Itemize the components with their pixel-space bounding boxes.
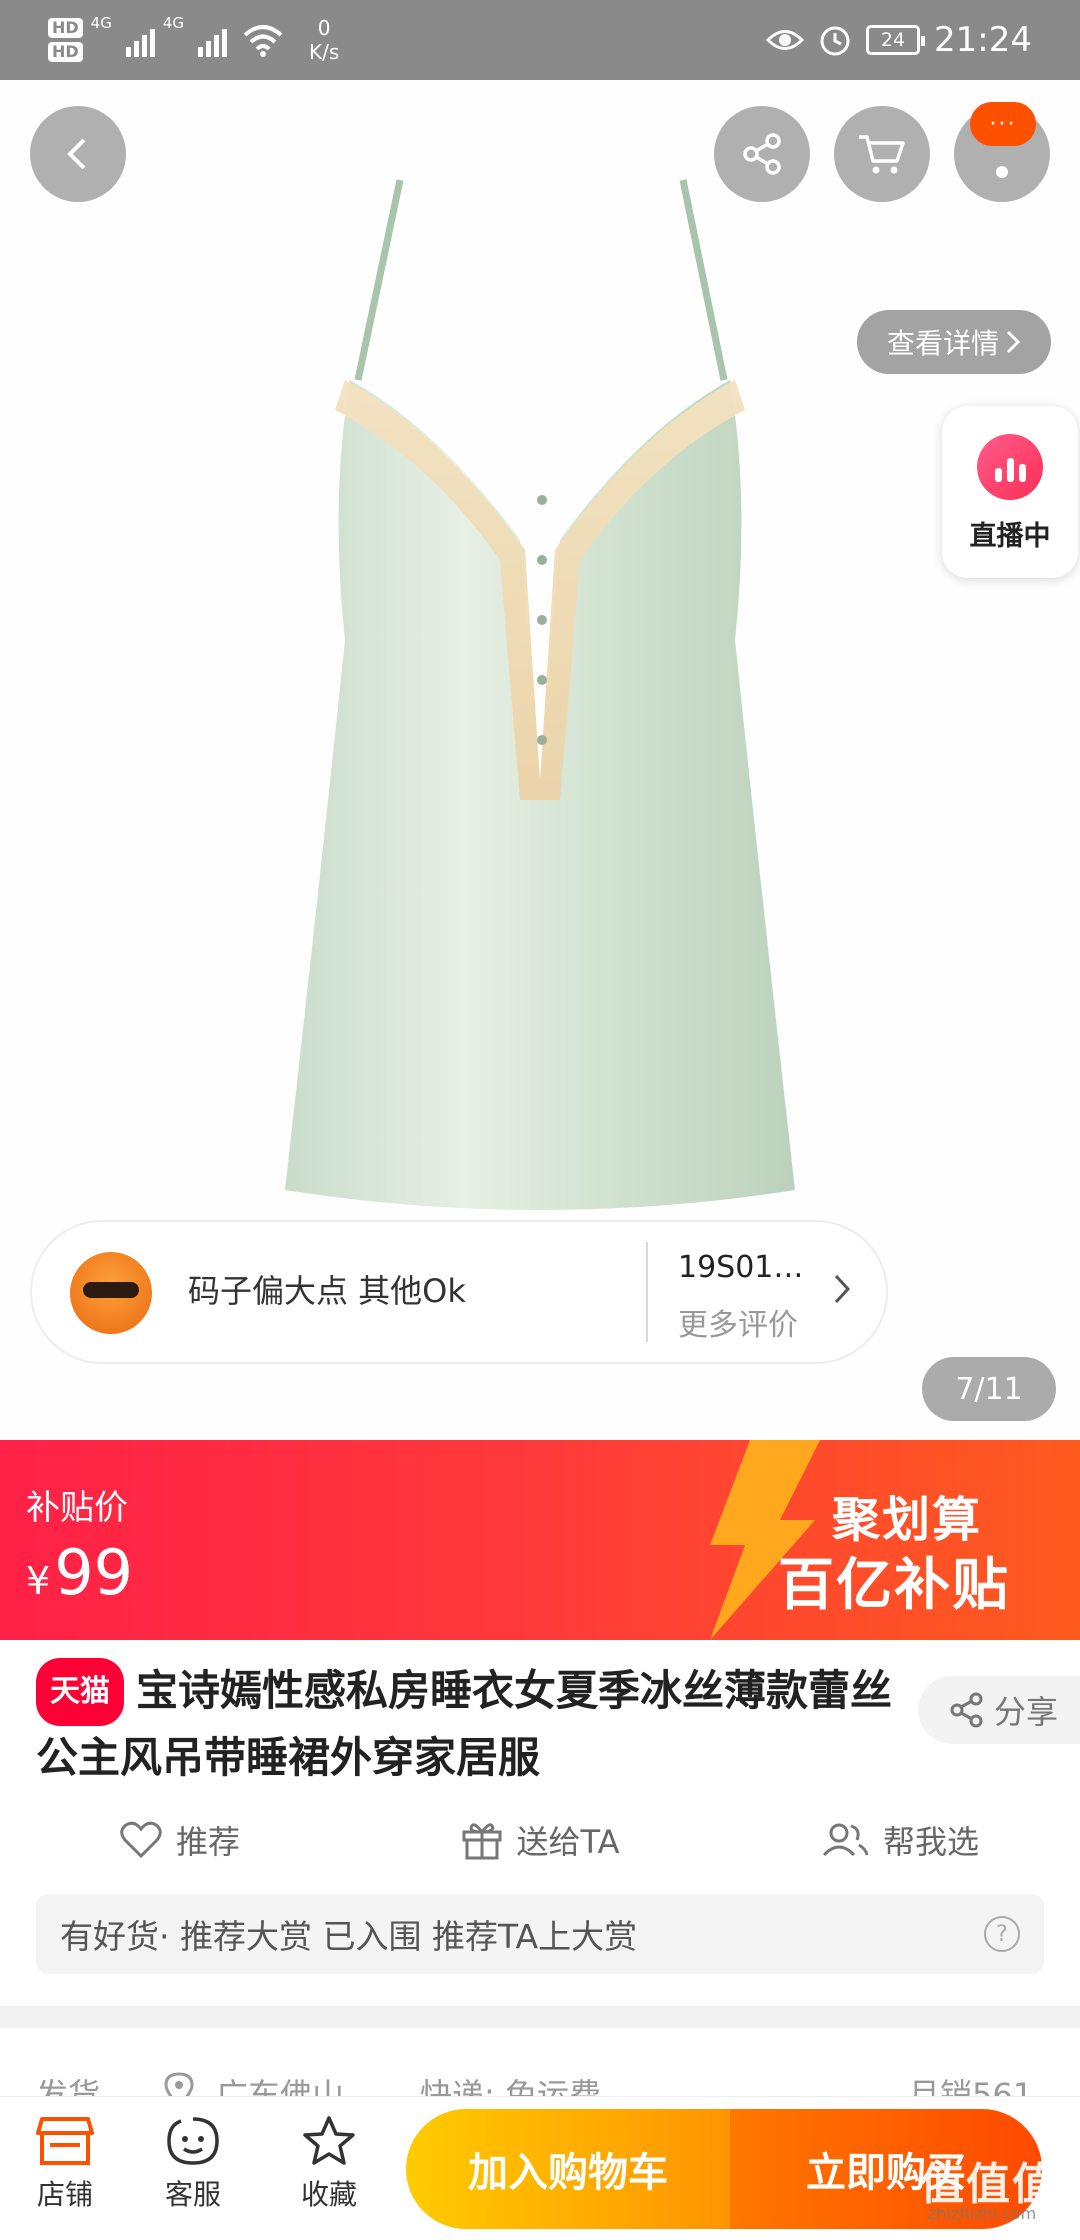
cart-icon [859, 135, 905, 174]
share-pill-button[interactable]: 分享 [918, 1676, 1080, 1744]
chevron-left-icon [67, 138, 86, 170]
alarm-icon [820, 26, 850, 56]
status-bar: HD HD 4G 4G 0 K/s 24 21:24 [0, 0, 1080, 80]
recommend-button[interactable]: 推荐 [0, 1800, 360, 1880]
customer-service-button[interactable]: 客服 [138, 2115, 248, 2213]
add-to-cart-button[interactable]: 加入购物车 [406, 2109, 730, 2229]
product-title: 天猫 宝诗嫣性感私房睡衣女夏季冰丝薄款蕾丝公主风吊带睡裙外穿家居服 [36, 1658, 896, 1790]
signal-icon [198, 23, 228, 57]
gallery-page-indicator: 7/11 [922, 1357, 1056, 1421]
gift-icon [462, 1823, 502, 1860]
view-details-button[interactable]: 查看详情 [857, 310, 1051, 374]
price-banner: 补贴价 ¥99 聚划算 百亿补贴 [0, 1440, 1080, 1640]
smile-icon [167, 2117, 219, 2165]
bottom-action-bar: 店铺 客服 收藏 加入购物车 立即购买 [0, 2096, 1080, 2240]
cart-button[interactable] [834, 106, 930, 202]
price-label: 补贴价 [26, 1488, 128, 1528]
star-icon [303, 2116, 355, 2165]
share-button[interactable] [714, 106, 810, 202]
price-value: ¥99 [26, 1536, 134, 1609]
message-badge: ··· [970, 102, 1036, 146]
back-button[interactable] [30, 106, 126, 202]
hd-indicator: HD HD [48, 18, 83, 62]
people-icon [822, 1823, 869, 1857]
reviewer-avatar [70, 1252, 152, 1334]
product-title-section: 天猫 宝诗嫣性感私房睡衣女夏季冰丝薄款蕾丝公主风吊带睡裙外穿家居服 分享 [0, 1640, 1080, 1782]
recommend-award-notice[interactable]: 有好货· 推荐大赏 已入围 推荐TA上大赏 ? [36, 1894, 1044, 1974]
share-icon [743, 133, 781, 175]
more-reviews-link[interactable]: 更多评价 [678, 1300, 798, 1344]
eye-icon [766, 30, 805, 50]
tmall-badge: 天猫 [36, 1658, 124, 1726]
clock: 21:24 [934, 20, 1032, 60]
watermark-logo: 值值值 [920, 2159, 1058, 2210]
more-button[interactable]: ··· [954, 102, 1050, 202]
network-type-1: 4G [90, 14, 112, 32]
wifi-icon [243, 25, 283, 57]
review-preview[interactable]: 码子偏大点 其他Ok 19S01… 更多评价 [30, 1220, 888, 1364]
subsidy-logo: 百亿补贴 [778, 1553, 1010, 1618]
store-icon [36, 2117, 94, 2165]
chevron-right-icon [834, 1274, 851, 1304]
review-sku: 19S01… [678, 1250, 804, 1285]
section-separator [0, 2006, 1080, 2028]
favorite-button[interactable]: 收藏 [274, 2115, 384, 2213]
battery-icon: 24 [866, 25, 926, 55]
divider [646, 1242, 648, 1342]
shop-button[interactable]: 店铺 [10, 2115, 120, 2213]
review-text: 码子偏大点 其他Ok [188, 1272, 466, 1310]
gift-button[interactable]: 送给TA [360, 1800, 720, 1880]
chevron-right-icon [1006, 330, 1021, 354]
notice-text: 有好货· 推荐大赏 已入围 推荐TA上大赏 [60, 1917, 638, 1956]
live-icon [977, 434, 1043, 500]
product-gallery[interactable]: ··· 查看详情 直播中 码子偏大点 其他Ok 19S01… 更多评价 7/11 [0, 80, 1080, 1440]
network-speed: 0 K/s [309, 16, 340, 64]
live-stream-button[interactable]: 直播中 [942, 406, 1078, 578]
live-label: 直播中 [969, 521, 1051, 552]
watermark-url: zhizhizhi.com [928, 2204, 1037, 2223]
more-dot-icon [996, 166, 1008, 178]
signal-icon [125, 23, 155, 57]
help-me-choose-button[interactable]: 帮我选 [720, 1800, 1080, 1880]
network-type-2: 4G [162, 14, 185, 32]
social-actions: 推荐 送给TA 帮我选 [0, 1800, 1080, 1880]
help-icon[interactable]: ? [984, 1916, 1020, 1952]
share-icon [950, 1692, 983, 1728]
heart-icon [120, 1821, 162, 1859]
